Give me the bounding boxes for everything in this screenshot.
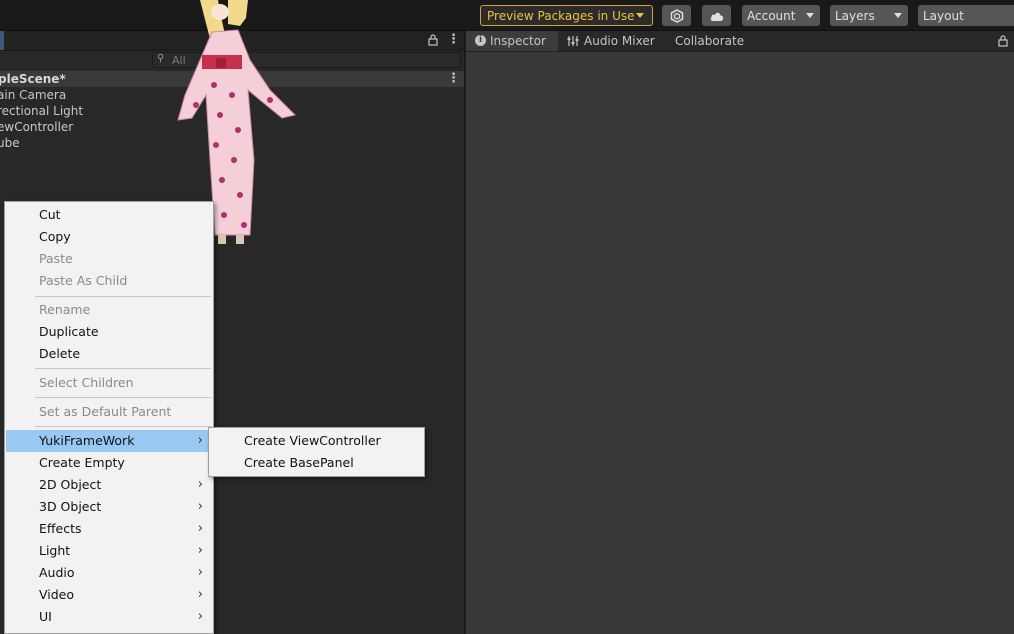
hierarchy-item-directional-light[interactable]: rectional Light bbox=[0, 103, 83, 119]
menu-item-copy[interactable]: Copy bbox=[6, 226, 212, 248]
context-menu: Cut Copy Paste Paste As Child Rename Dup… bbox=[4, 201, 214, 634]
preview-packages-label: Preview Packages in Use bbox=[487, 8, 635, 23]
chevron-right-icon: › bbox=[197, 587, 203, 602]
tab-inspector-label: Inspector bbox=[490, 34, 546, 48]
menu-item-light[interactable]: Light › bbox=[6, 540, 212, 562]
chevron-right-icon: › bbox=[197, 433, 203, 448]
menu-item-create-viewcontroller[interactable]: Create ViewController bbox=[210, 430, 423, 452]
chevron-right-icon: › bbox=[197, 565, 203, 580]
menu-item-paste[interactable]: Paste bbox=[6, 248, 212, 270]
info-icon: i bbox=[475, 35, 486, 46]
hierarchy-item-cube[interactable]: ube bbox=[0, 135, 20, 151]
kebab-menu-icon[interactable]: ⋮ bbox=[447, 71, 460, 86]
menu-item-label: 2D Object bbox=[39, 477, 102, 492]
menu-item-create-empty[interactable]: Create Empty bbox=[6, 452, 212, 474]
chevron-down-icon bbox=[636, 13, 644, 18]
cloud-icon bbox=[710, 12, 723, 21]
mixer-icon bbox=[567, 36, 579, 46]
menu-item-audio[interactable]: Audio › bbox=[6, 562, 212, 584]
chevron-down-icon bbox=[806, 13, 814, 18]
chevron-right-icon: › bbox=[197, 609, 203, 624]
menu-item-effects[interactable]: Effects › bbox=[6, 518, 212, 540]
preview-packages-button[interactable]: Preview Packages in Use bbox=[480, 5, 653, 26]
menu-item-label: Video bbox=[39, 587, 75, 602]
menu-item-label: Effects bbox=[39, 521, 82, 536]
inspector-panel: i Inspector Audio Mixer Collaborate bbox=[466, 31, 1014, 634]
kebab-menu-icon[interactable]: ⋮ bbox=[447, 32, 460, 47]
menu-item-ui[interactable]: UI › bbox=[6, 606, 212, 628]
account-dropdown[interactable]: Account bbox=[742, 5, 820, 26]
yukiframework-submenu: Create ViewController Create BasePanel bbox=[208, 427, 425, 477]
chevron-right-icon: › bbox=[197, 521, 203, 536]
menu-item-video[interactable]: Video › bbox=[6, 584, 212, 606]
layers-dropdown[interactable]: Layers bbox=[830, 5, 908, 26]
menu-item-create-basepanel[interactable]: Create BasePanel bbox=[210, 452, 423, 474]
hierarchy-tab[interactable] bbox=[0, 31, 4, 50]
account-label: Account bbox=[747, 8, 796, 23]
chevron-right-icon: › bbox=[197, 543, 203, 558]
menu-item-label: Audio bbox=[39, 565, 75, 580]
cloud-button[interactable] bbox=[702, 5, 731, 26]
chevron-right-icon: › bbox=[197, 477, 203, 492]
hierarchy-item-main-camera[interactable]: ain Camera bbox=[0, 87, 66, 103]
menu-item-label: UI bbox=[39, 609, 52, 624]
lock-icon[interactable] bbox=[998, 35, 1008, 47]
tab-inspector[interactable]: i Inspector bbox=[466, 31, 558, 51]
tab-audio-mixer[interactable]: Audio Mixer bbox=[562, 31, 662, 51]
tab-collaborate[interactable]: Collaborate bbox=[666, 31, 756, 51]
layers-label: Layers bbox=[835, 8, 875, 23]
main-toolbar: Preview Packages in Use Account Layers L… bbox=[0, 0, 1014, 31]
menu-item-select-children[interactable]: Select Children bbox=[6, 372, 212, 394]
menu-item-3d-object[interactable]: 3D Object › bbox=[6, 496, 212, 518]
menu-separator bbox=[35, 368, 211, 369]
tab-collaborate-label: Collaborate bbox=[675, 34, 745, 48]
hierarchy-item-viewcontroller[interactable]: ewController bbox=[0, 119, 73, 135]
package-manager-button[interactable] bbox=[662, 5, 691, 26]
menu-item-yukiframework[interactable]: YukiFrameWork › bbox=[6, 430, 212, 452]
menu-item-delete[interactable]: Delete bbox=[6, 343, 212, 365]
search-icon: ⚲ bbox=[157, 53, 165, 64]
tab-audio-mixer-label: Audio Mixer bbox=[584, 34, 655, 48]
layout-label: Layout bbox=[923, 8, 964, 23]
menu-item-label: 3D Object bbox=[39, 499, 102, 514]
menu-item-2d-object[interactable]: 2D Object › bbox=[6, 474, 212, 496]
scene-name: pleScene* bbox=[0, 72, 66, 86]
lock-icon[interactable] bbox=[428, 34, 438, 46]
menu-item-rename[interactable]: Rename bbox=[6, 299, 212, 321]
menu-separator bbox=[35, 426, 211, 427]
menu-separator bbox=[35, 296, 211, 297]
menu-item-duplicate[interactable]: Duplicate bbox=[6, 321, 212, 343]
layout-dropdown[interactable]: Layout bbox=[918, 5, 1014, 26]
inspector-tab-bar: i Inspector Audio Mixer Collaborate bbox=[466, 31, 1014, 52]
menu-item-label: Light bbox=[39, 543, 71, 558]
chevron-down-icon bbox=[894, 13, 902, 18]
menu-item-set-default-parent[interactable]: Set as Default Parent bbox=[6, 401, 212, 423]
menu-separator bbox=[35, 397, 211, 398]
menu-item-cut[interactable]: Cut bbox=[6, 204, 212, 226]
package-icon bbox=[670, 8, 683, 23]
chevron-right-icon: › bbox=[197, 499, 203, 514]
menu-item-paste-as-child[interactable]: Paste As Child bbox=[6, 270, 212, 292]
menu-item-label: YukiFrameWork bbox=[39, 433, 135, 448]
